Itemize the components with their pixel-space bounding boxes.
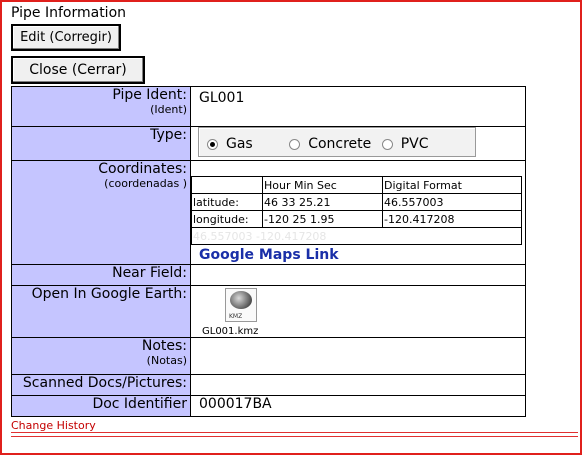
near-field-label: Near Field: <box>11 264 191 286</box>
divider-line <box>11 432 578 433</box>
pipe-ident-label-text: Pipe Ident: <box>112 87 187 103</box>
coordinates-table: Hour Min Sec Digital Format latitude: 46… <box>191 176 522 245</box>
close-button[interactable]: Close (Cerrar) <box>11 56 145 84</box>
type-pvc-radio[interactable] <box>381 138 393 150</box>
type-label: Type: <box>11 126 191 161</box>
change-history-link[interactable]: Change History <box>11 419 96 432</box>
google-maps-link-wrap: Google Maps Link <box>199 247 525 263</box>
longitude-hms: -120 25 1.95 <box>262 210 383 228</box>
type-radio-group: Gas Concrete PVC <box>198 127 476 157</box>
longitude-label: longitude: <box>191 210 263 228</box>
row-notes: Notes: (Notas) <box>11 337 526 375</box>
row-scanned: Scanned Docs/Pictures: <box>11 374 526 396</box>
pipe-ident-label: Pipe Ident: (Ident) <box>11 86 191 127</box>
type-gas-radio[interactable] <box>207 138 218 150</box>
coord-header-blank <box>191 176 263 194</box>
kmz-file-icon[interactable]: KMZ <box>225 288 257 322</box>
globe-icon <box>230 291 252 309</box>
kmz-badge: KMZ <box>229 313 243 320</box>
row-pipe-ident: Pipe Ident: (Ident) GL001 <box>11 86 526 127</box>
coordinates-value: Hour Min Sec Digital Format latitude: 46… <box>190 160 526 265</box>
edit-button[interactable]: Edit (Corregir) <box>11 24 121 51</box>
divider-line <box>11 436 578 437</box>
pipe-info-table: Pipe Ident: (Ident) GL001 Type: Gas Conc… <box>11 86 526 417</box>
longitude-digital: -120.417208 <box>382 210 522 228</box>
notes-sublabel: (Notas) <box>146 354 187 367</box>
type-gas-label: Gas <box>226 136 253 152</box>
type-concrete-radio[interactable] <box>289 138 301 150</box>
latitude-label: latitude: <box>191 193 263 211</box>
pipe-ident-value: GL001 <box>190 86 526 127</box>
kmz-file-name[interactable]: GL001.kmz <box>202 326 525 337</box>
latitude-hms: 46 33 25.21 <box>262 193 383 211</box>
type-pvc-label: PVC <box>400 136 429 152</box>
row-near-field: Near Field: <box>11 264 526 286</box>
notes-label: Notes: (Notas) <box>11 337 191 375</box>
row-google-earth: Open In Google Earth: KMZ GL001.kmz <box>11 285 526 338</box>
scanned-value <box>190 374 526 396</box>
pipe-ident-sublabel: (Ident) <box>150 103 187 116</box>
row-type: Type: Gas Concrete PVC <box>11 126 526 161</box>
type-value: Gas Concrete PVC <box>190 126 526 161</box>
coordinates-label: Coordinates: (coordenadas ) <box>11 160 191 265</box>
row-doc-identifier: Doc Identifier 000017BA <box>11 395 526 417</box>
latitude-digital: 46.557003 <box>382 193 522 211</box>
coord-header-digital: Digital Format <box>382 176 522 194</box>
coordinates-sublabel: (coordenadas ) <box>104 177 187 190</box>
google-maps-link[interactable]: Google Maps Link <box>199 247 339 263</box>
near-field-value <box>190 264 526 286</box>
doc-identifier-value: 000017BA <box>190 395 526 417</box>
page-title: Pipe Information <box>11 5 127 21</box>
google-earth-label: Open In Google Earth: <box>11 285 191 338</box>
row-coordinates: Coordinates: (coordenadas ) Hour Min Sec… <box>11 160 526 265</box>
scanned-label: Scanned Docs/Pictures: <box>11 374 191 396</box>
notes-label-text: Notes: <box>141 338 187 354</box>
google-earth-value: KMZ GL001.kmz <box>190 285 526 338</box>
doc-identifier-label: Doc Identifier <box>11 395 191 417</box>
combined-coordinates: 46.557003 -120.417208 <box>191 227 522 245</box>
type-concrete-label: Concrete <box>308 136 372 152</box>
coord-header-hms: Hour Min Sec <box>262 176 383 194</box>
notes-value <box>190 337 526 375</box>
coordinates-label-text: Coordinates: <box>98 161 187 177</box>
